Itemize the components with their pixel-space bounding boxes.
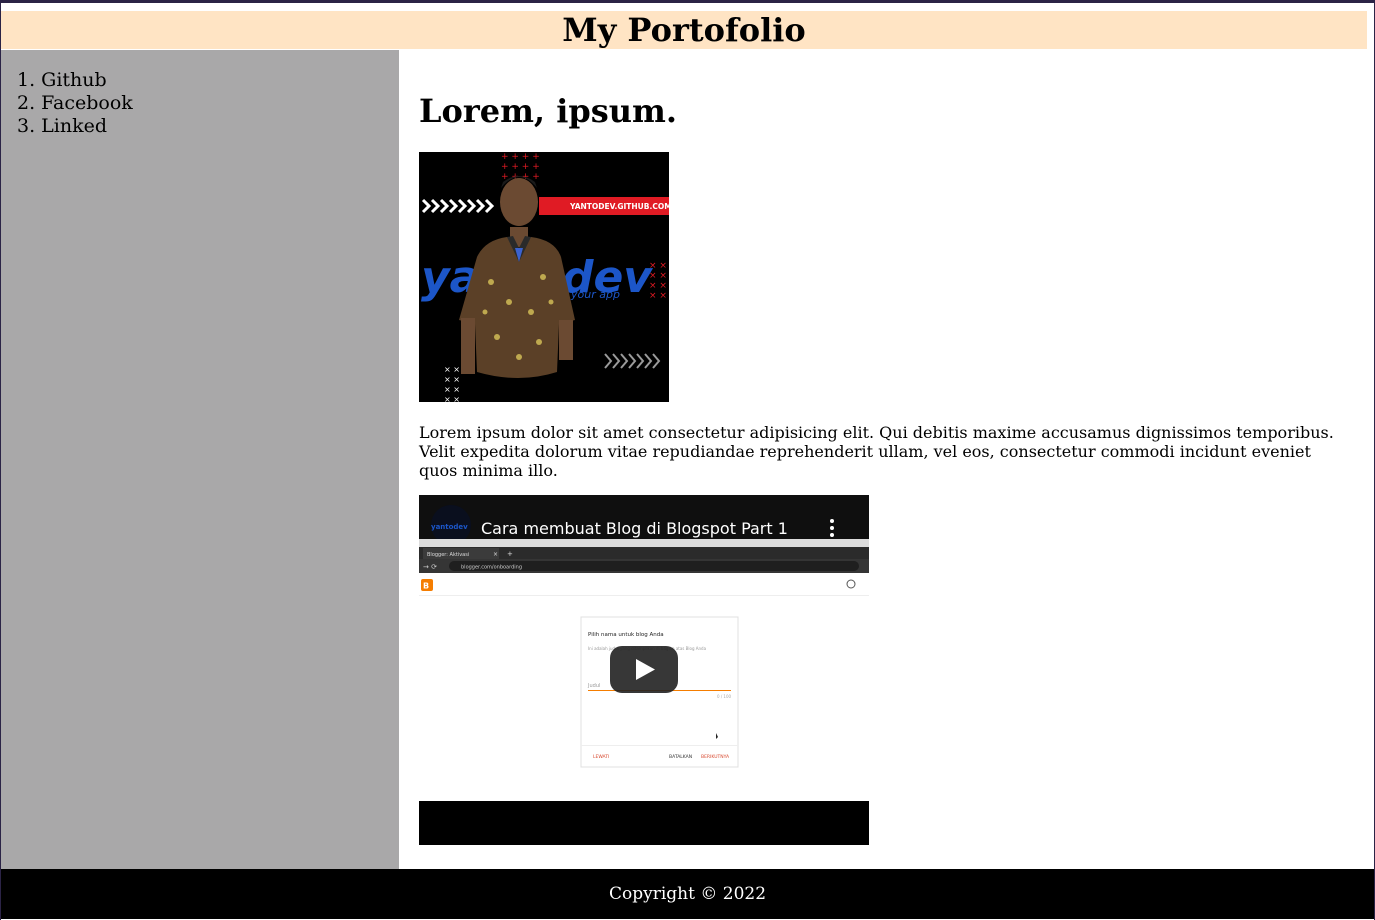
main-content: Lorem, ipsum. + + + + + + + + + + + + YA… — [399, 50, 1367, 869]
svg-text:× ×: × × — [444, 375, 460, 384]
list-number: 1. — [17, 69, 36, 91]
dialog-cancel: BATALKAN — [669, 754, 692, 760]
embedded-video[interactable]: yantodev Cara membuat Blog di Blogspot P… — [419, 495, 869, 845]
svg-text:× ×: × × — [649, 291, 667, 301]
main-paragraph: Lorem ipsum dolor sit amet consectetur a… — [419, 423, 1334, 480]
github-link[interactable]: Github — [41, 69, 107, 91]
dialog-title: Pilih nama untuk blog Anda — [588, 632, 664, 638]
profile-photo: + + + + + + + + + + + + YANTODEV.GITHUB.… — [419, 152, 669, 402]
svg-text:× ×: × × — [444, 395, 460, 402]
dialog-field-label: Judul — [587, 683, 600, 689]
window-top-border — [0, 0, 1375, 3]
svg-text:× ×: × × — [444, 385, 460, 394]
channel-label: yantodev — [431, 523, 468, 531]
dialog-skip: LEWATI — [593, 754, 609, 760]
facebook-link[interactable]: Facebook — [41, 92, 133, 114]
sidebar: 1. Github 2. Facebook 3. Linked — [1, 50, 399, 869]
list-number: 2. — [17, 92, 36, 114]
banner-text: YANTODEV.GITHUB.COM — [569, 202, 669, 211]
svg-text:+ + + +: + + + + — [501, 152, 540, 162]
svg-text:× ×: × × — [649, 281, 667, 291]
video-title[interactable]: Cara membuat Blog di Blogspot Part 1 — [481, 519, 788, 538]
dialog-next: BERIKUTNYA — [701, 754, 730, 760]
svg-text:+ + + +: + + + + — [501, 162, 540, 172]
page-header: My Portofolio — [1, 11, 1367, 49]
sidebar-item-linked: 3. Linked — [17, 115, 133, 138]
main-heading: Lorem, ipsum. — [419, 92, 678, 130]
play-button[interactable] — [610, 646, 678, 693]
svg-text:+: + — [507, 550, 513, 558]
copyright-text: Copyright © 2022 — [608, 884, 767, 904]
sidebar-item-facebook: 2. Facebook — [17, 92, 133, 115]
svg-text:× ×: × × — [649, 271, 667, 281]
sidebar-item-github: 1. Github — [17, 69, 133, 92]
browser-url: blogger.com/onboarding — [461, 565, 522, 571]
linked-link[interactable]: Linked — [41, 115, 107, 137]
svg-text:×: × — [493, 551, 498, 558]
more-options-icon[interactable] — [830, 519, 834, 537]
page-title: My Portofolio — [562, 11, 806, 49]
page-footer: Copyright © 2022 — [1, 869, 1374, 919]
dialog-counter: 0 / 100 — [717, 694, 732, 699]
svg-text:× ×: × × — [649, 261, 667, 271]
browser-tab: Blogger: Aktivasi — [427, 552, 469, 558]
svg-text:× ×: × × — [444, 365, 460, 374]
tagline-text: your app — [570, 288, 620, 301]
svg-text:B: B — [423, 582, 429, 591]
list-number: 3. — [17, 115, 36, 137]
sidebar-list: 1. Github 2. Facebook 3. Linked — [17, 69, 133, 138]
svg-text:→ ⟳: → ⟳ — [423, 563, 437, 571]
